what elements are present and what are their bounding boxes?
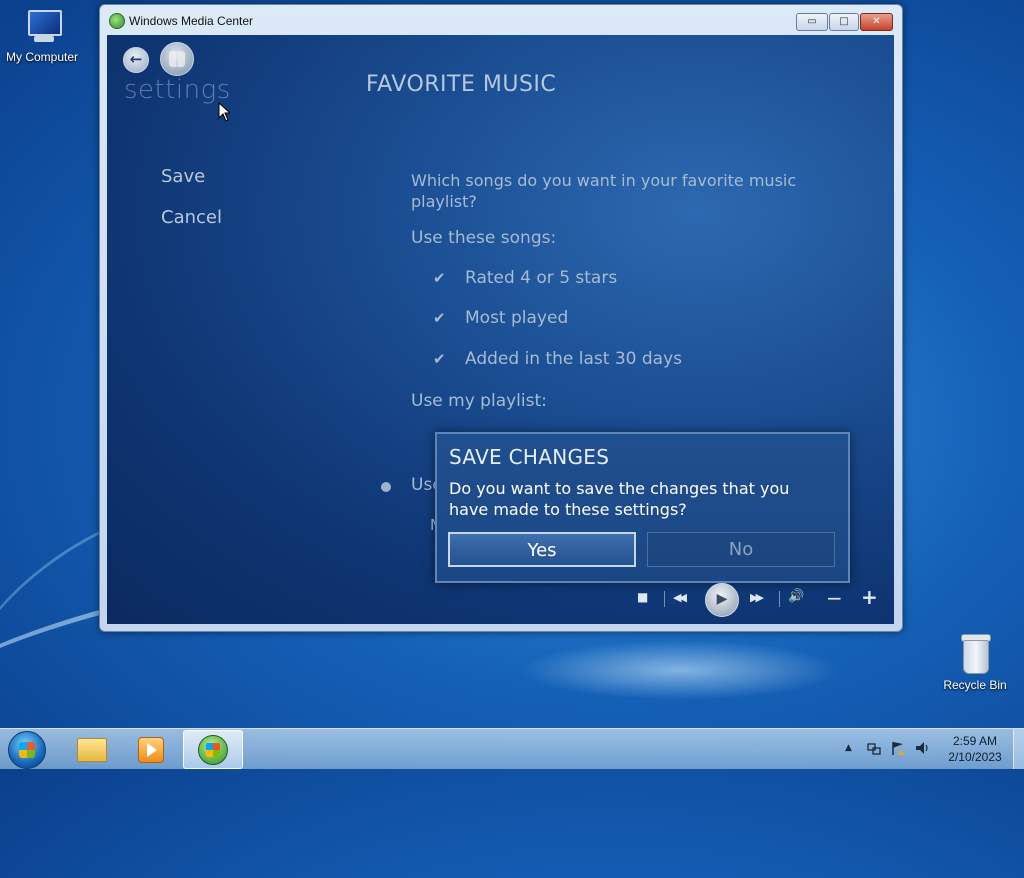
dialog-title: SAVE CHANGES [449, 445, 610, 469]
divider [779, 591, 780, 607]
fast-forward-icon[interactable]: ▶▶ [750, 591, 764, 604]
playlist-question: Which songs do you want in your favorite… [411, 171, 797, 211]
option-rated[interactable]: ✔ Rated 4 or 5 stars [433, 268, 617, 288]
volume-icon[interactable]: 🔊 [788, 589, 804, 604]
dialog-message: Do you want to save the changes that you… [449, 479, 790, 519]
title-bar[interactable]: Windows Media Center ▭ □ ✕ [100, 5, 902, 35]
transport-controls: ■ ◀◀ ▶ ▶▶ 🔊 − + [627, 581, 887, 617]
back-arrow-icon: ← [129, 50, 143, 68]
minimize-button[interactable]: ▭ [796, 13, 828, 31]
checkmark-icon: ✔ [433, 350, 446, 368]
checkmark-icon: ✔ [433, 309, 446, 327]
option-added-recently[interactable]: ✔ Added in the last 30 days [433, 349, 682, 369]
save-menu-item[interactable]: Save [161, 166, 205, 187]
section-label: settings [124, 75, 231, 105]
window-title: Windows Media Center [129, 14, 254, 28]
option-most-played[interactable]: ✔ Most played [433, 308, 568, 328]
desktop-icon-my-computer[interactable]: My Computer [0, 10, 84, 64]
use-my-playlist-label: Use my playlist: [411, 391, 547, 411]
clock-date: 2/10/2023 [948, 750, 1002, 764]
back-button[interactable]: ← [123, 47, 149, 73]
cancel-menu-item[interactable]: Cancel [161, 207, 222, 228]
save-changes-dialog: SAVE CHANGES Do you want to save the cha… [435, 432, 850, 583]
recycle-bin-icon [959, 632, 991, 674]
desktop-icon-recycle-bin[interactable]: Recycle Bin [933, 632, 1017, 692]
divider [664, 591, 665, 607]
windows-logo-icon [19, 742, 35, 758]
show-desktop-button[interactable] [1013, 729, 1024, 769]
use-these-songs-label: Use these songs: [411, 228, 557, 248]
desktop-icon-label: Recycle Bin [943, 678, 1007, 692]
close-button[interactable]: ✕ [860, 13, 893, 31]
media-center-content: ← settings FAVORITE MUSIC Save Cancel Wh… [107, 35, 894, 624]
wallpaper-glow [520, 640, 840, 700]
mouse-cursor-icon [218, 102, 230, 122]
checkmark-icon: ✔ [433, 269, 446, 287]
page-title: FAVORITE MUSIC [366, 72, 557, 97]
show-hidden-icons-button[interactable]: ▲ [845, 743, 852, 753]
action-center-flag-icon[interactable] [890, 740, 906, 760]
media-center-icon [198, 735, 228, 765]
clock-time: 2:59 AM [952, 734, 998, 748]
taskbar-media-center[interactable] [183, 730, 243, 769]
taskbar: ▲ 2:59 AM 2/10/2023 [0, 728, 1024, 769]
folder-icon [77, 738, 107, 762]
option-label: Rated 4 or 5 stars [465, 268, 618, 288]
computer-icon [22, 10, 62, 46]
play-button[interactable]: ▶ [705, 583, 739, 617]
yes-button[interactable]: Yes [448, 532, 636, 567]
no-button[interactable]: No [647, 532, 835, 567]
speaker-icon[interactable] [914, 740, 930, 760]
volume-down-icon[interactable]: − [826, 586, 843, 610]
media-center-window: Windows Media Center ▭ □ ✕ ← settings FA… [99, 4, 903, 632]
stop-icon[interactable]: ■ [637, 590, 648, 604]
desktop-icon-label: My Computer [5, 50, 79, 64]
network-icon[interactable] [866, 740, 882, 760]
system-clock[interactable]: 2:59 AM 2/10/2023 [940, 733, 1010, 765]
play-icon: ▶ [716, 591, 728, 607]
windows-logo-icon [169, 51, 185, 67]
media-center-icon [109, 13, 125, 29]
media-player-icon [138, 737, 164, 763]
start-menu-button[interactable] [8, 731, 46, 769]
start-button[interactable] [160, 42, 194, 76]
rewind-icon[interactable]: ◀◀ [673, 591, 687, 604]
maximize-button[interactable]: □ [829, 13, 859, 31]
radio-button[interactable] [381, 482, 391, 492]
volume-up-icon[interactable]: + [861, 585, 878, 609]
taskbar-media-player[interactable] [120, 730, 178, 767]
taskbar-explorer[interactable] [60, 730, 118, 767]
option-label: Added in the last 30 days [465, 349, 682, 369]
option-label: Most played [465, 308, 569, 328]
